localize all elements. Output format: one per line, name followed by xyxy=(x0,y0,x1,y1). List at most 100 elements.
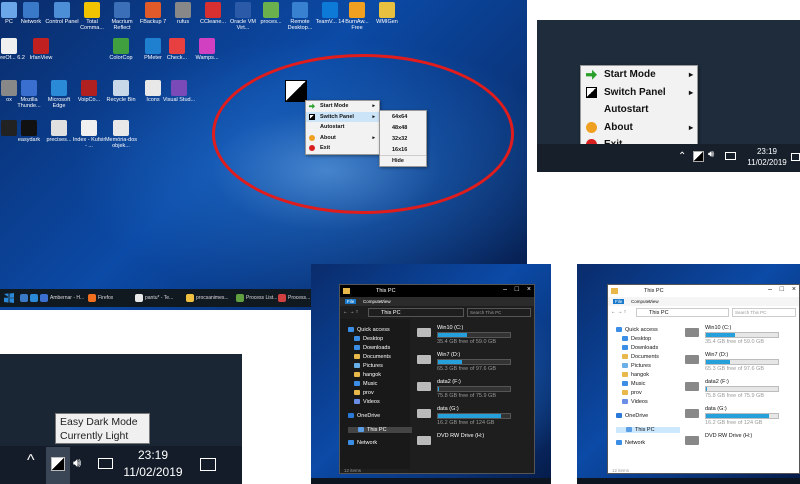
ribbon-tab[interactable]: View xyxy=(381,299,391,304)
nav-item[interactable]: Music xyxy=(622,381,645,387)
nav-item[interactable]: Network xyxy=(616,440,645,446)
ribbon-tab[interactable]: View xyxy=(649,299,659,304)
minimize-icon[interactable]: – xyxy=(503,286,507,293)
taskbar-button[interactable]: pantu* - Te... xyxy=(135,292,173,304)
desktop-icon[interactable]: CCleane... xyxy=(196,2,230,25)
address-bar[interactable]: This PC xyxy=(636,308,729,317)
address-bar[interactable]: This PC xyxy=(368,308,464,317)
taskbar-button[interactable] xyxy=(30,292,40,304)
drive-item[interactable]: DVD RW Drive (H:) xyxy=(685,433,785,457)
nav-item[interactable]: prov xyxy=(354,390,374,396)
desktop-icon[interactable]: Memória-dos objek... xyxy=(104,120,138,149)
taskbar-button[interactable]: Firefox xyxy=(88,292,113,304)
taskbar-button[interactable]: Ambernar - H... xyxy=(40,292,84,304)
nav-item[interactable]: Videos xyxy=(354,399,380,405)
desktop-icon[interactable]: WMIGen xyxy=(370,2,404,25)
drive-item[interactable]: data (G:) 16.2 GB free of 124 GB xyxy=(685,406,785,430)
desktop-icon[interactable]: Macrium Reflect xyxy=(105,2,139,31)
notification-icon[interactable] xyxy=(791,153,800,161)
nav-item[interactable]: Documents xyxy=(354,354,391,360)
menu-item[interactable]: About ▸ xyxy=(581,119,697,137)
network-icon[interactable] xyxy=(98,458,113,469)
nav-arrows-icon[interactable]: ← → ↑ xyxy=(611,309,626,315)
menu-item[interactable]: Start Mode ▸ xyxy=(581,66,697,84)
maximize-icon[interactable]: □ xyxy=(515,286,519,293)
desktop-icon[interactable]: Remote Desktop... xyxy=(283,2,317,31)
drive-item[interactable]: data2 (F:) 75.8 GB free of 75.9 GB xyxy=(685,379,785,403)
ribbon-tab[interactable]: File xyxy=(613,299,625,304)
nav-item[interactable]: Quick access xyxy=(616,327,658,333)
taskbar-button[interactable]: procsanimes... xyxy=(186,292,229,304)
desktop-icon[interactable]: LibreOf... 6.2 xyxy=(0,38,26,61)
desktop-icon[interactable]: VoipCo... xyxy=(72,80,106,103)
nav-item[interactable]: This PC xyxy=(348,427,412,433)
desktop-icon[interactable]: Wamps... xyxy=(190,38,224,61)
drive-item[interactable]: DVD RW Drive (H:) xyxy=(417,433,517,457)
desktop-icon[interactable]: IrfanView xyxy=(24,38,58,61)
drive-item[interactable]: Win7 (D:) 65.3 GB free of 97.6 GB xyxy=(685,352,785,376)
desktop-icon[interactable]: precises... xyxy=(42,120,76,143)
close-icon[interactable]: × xyxy=(792,286,796,293)
minimize-icon[interactable]: – xyxy=(768,286,772,293)
drive-item[interactable]: Win10 (C:) 35.4 GB free of 59.0 GB xyxy=(685,325,785,349)
volume-icon[interactable]: 🔊︎ xyxy=(708,149,714,160)
search-box[interactable]: Search This PC xyxy=(467,308,531,317)
desktop-icon[interactable]: Network xyxy=(14,2,48,25)
drive-item[interactable]: Win10 (C:) 35.4 GB free of 59.0 GB xyxy=(417,325,517,349)
easy-dark-tray-icon[interactable] xyxy=(51,457,65,471)
nav-item[interactable]: Pictures xyxy=(354,363,383,369)
drive-item[interactable]: data (G:) 16.2 GB free of 124 GB xyxy=(417,406,517,430)
menu-item[interactable]: Autostart xyxy=(581,101,697,119)
network-icon[interactable] xyxy=(725,152,736,160)
close-icon[interactable]: × xyxy=(527,286,531,293)
desktop-icon[interactable]: Control Panel xyxy=(45,2,79,25)
nav-item[interactable]: This PC xyxy=(616,427,680,433)
nav-item[interactable]: Desktop xyxy=(622,336,651,342)
desktop-icon[interactable]: Total Comma... xyxy=(75,2,109,31)
nav-item[interactable]: Documents xyxy=(622,354,659,360)
ribbon-tab[interactable]: Computer xyxy=(631,299,651,304)
desktop-icon[interactable]: Mozilla Thunde... xyxy=(12,80,46,109)
nav-item[interactable]: OneDrive xyxy=(616,413,648,419)
taskbar-button[interactable]: Process List... xyxy=(236,292,277,304)
nav-arrows-icon[interactable]: ← → ↑ xyxy=(343,309,358,315)
desktop-icon[interactable]: Visual Stud... xyxy=(162,80,196,103)
desktop-icon[interactable]: ColorCop xyxy=(104,38,138,61)
ribbon-tab[interactable]: Computer xyxy=(363,299,383,304)
nav-item[interactable]: OneDrive xyxy=(348,413,380,419)
nav-item[interactable]: Downloads xyxy=(622,345,658,351)
ribbon-tab[interactable]: File xyxy=(345,299,357,304)
desktop-icon[interactable]: rufus xyxy=(166,2,200,25)
nav-item[interactable]: hangok xyxy=(354,372,381,378)
search-box[interactable]: Search This PC xyxy=(732,308,796,317)
taskbar-button[interactable] xyxy=(20,292,30,304)
desktop-icon[interactable]: easydark xyxy=(12,120,46,143)
desktop-icon[interactable]: Check... xyxy=(160,38,194,61)
start-icon[interactable] xyxy=(4,293,14,303)
desktop-icon[interactable]: FBackup 7 xyxy=(136,2,170,25)
desktop-icon[interactable]: Recycle Bin xyxy=(104,80,138,103)
nav-item[interactable]: Pictures xyxy=(622,363,651,369)
desktop-icon[interactable]: Microsoft Edge xyxy=(42,80,76,109)
nav-item[interactable]: Videos xyxy=(622,399,648,405)
volume-icon[interactable]: 🔊︎ xyxy=(73,455,81,471)
taskbar-button[interactable]: Process... xyxy=(278,292,310,304)
nav-item[interactable]: Network xyxy=(348,440,377,446)
drive-item[interactable]: Win7 (D:) 65.3 GB free of 97.6 GB xyxy=(417,352,517,376)
notification-icon[interactable] xyxy=(200,458,216,471)
nav-item[interactable]: hangok xyxy=(622,372,649,378)
nav-item-label: OneDrive xyxy=(357,413,381,419)
nav-item[interactable]: prov xyxy=(622,390,642,396)
nav-item[interactable]: Desktop xyxy=(354,336,383,342)
easy-dark-tray-icon[interactable] xyxy=(693,151,704,162)
drive-item[interactable]: data2 (F:) 75.8 GB free of 75.9 GB xyxy=(417,379,517,403)
nav-item[interactable]: Quick access xyxy=(348,327,390,333)
maximize-icon[interactable]: □ xyxy=(780,286,784,293)
desktop-icon[interactable]: Index - Kufsir - ... xyxy=(72,120,106,149)
nav-item[interactable]: Music xyxy=(354,381,377,387)
chevron-up-icon[interactable]: ⌃ xyxy=(678,151,686,162)
nav-item[interactable]: Downloads xyxy=(354,345,390,351)
desktop-icon[interactable]: BurnAw... Free xyxy=(340,2,374,31)
chevron-up-icon[interactable]: ^ xyxy=(27,452,35,470)
menu-item[interactable]: Switch Panel ▸ xyxy=(581,84,697,102)
